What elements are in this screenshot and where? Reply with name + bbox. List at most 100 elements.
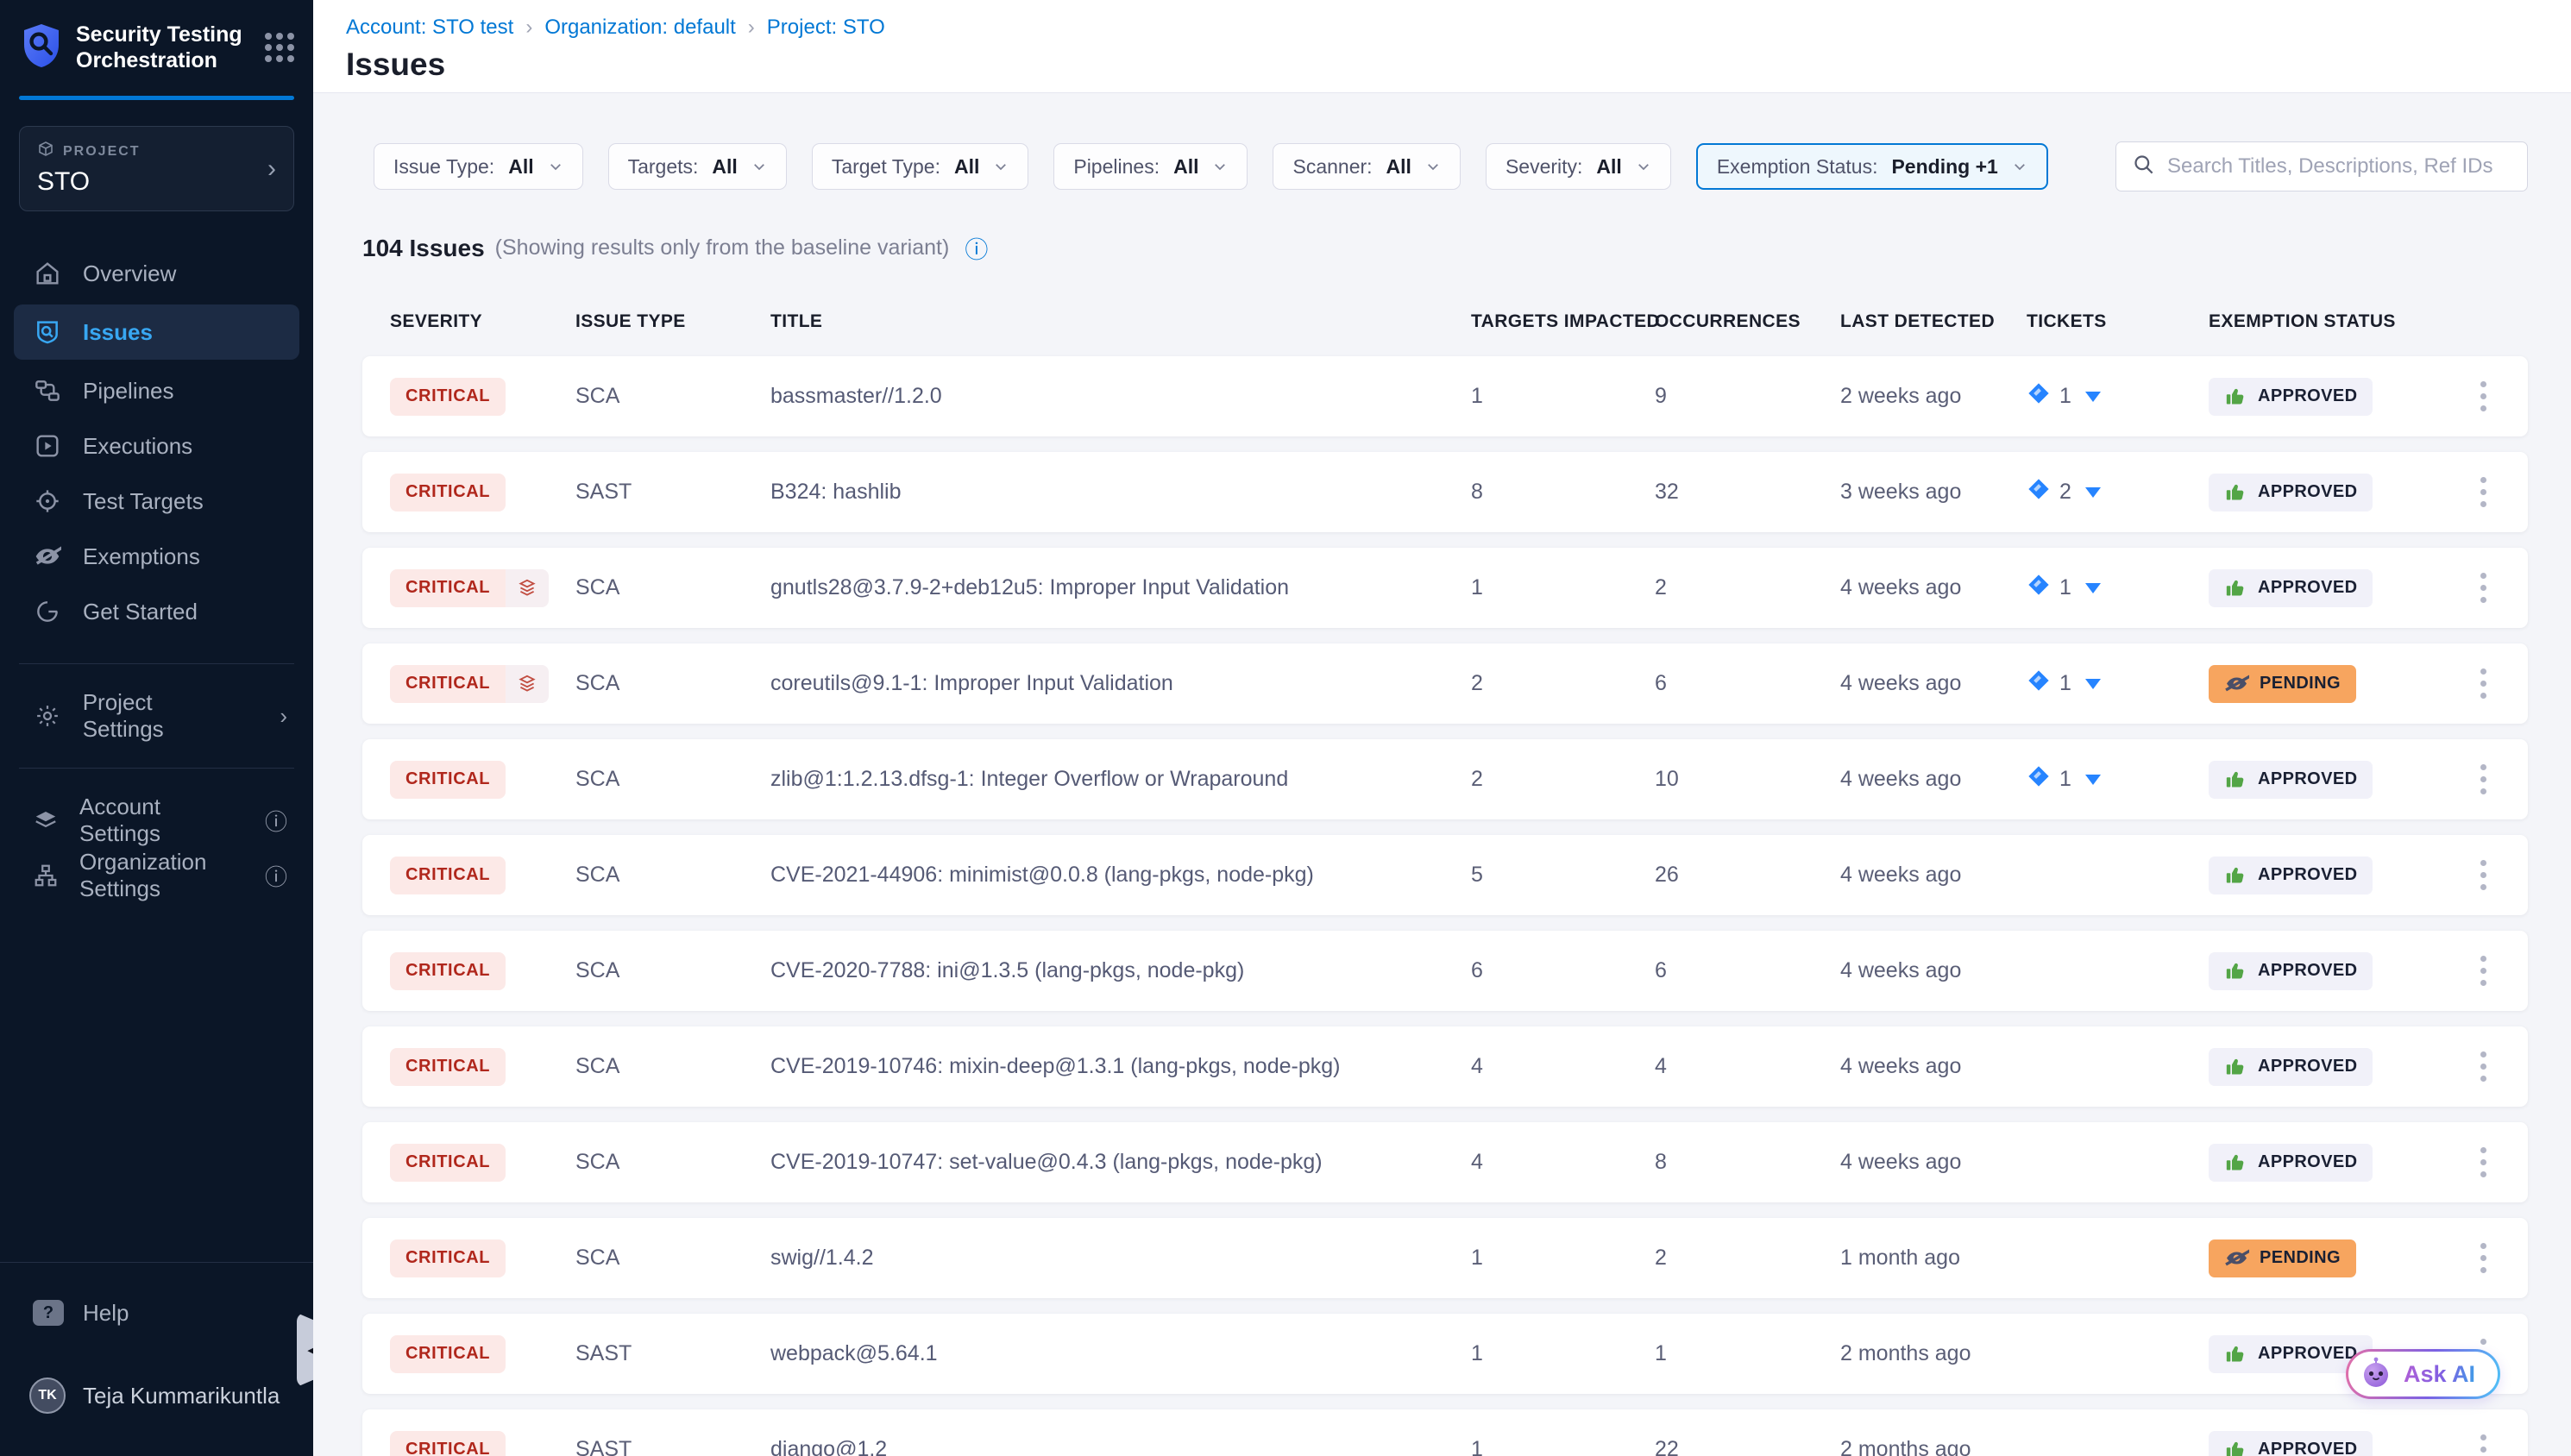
table-row[interactable]: CRITICALSASTdjango@1.21222 months agoAPP… xyxy=(362,1409,2528,1456)
filter-exemption-status[interactable]: Exemption Status: Pending +1 xyxy=(1696,143,2048,190)
sidebar-item-exemptions[interactable]: Exemptions xyxy=(0,529,313,584)
breadcrumb-project-link[interactable]: Project: STO xyxy=(767,16,885,40)
column-header-occurrences: OCCURRENCES xyxy=(1655,311,1840,332)
exemption-status-badge: APPROVED xyxy=(2209,378,2373,416)
severity-badge: CRITICAL xyxy=(390,378,506,416)
breadcrumb-account-link[interactable]: Account: STO test xyxy=(346,16,513,40)
sidebar-item-overview[interactable]: Overview xyxy=(0,246,313,301)
row-menu-kebab-icon[interactable] xyxy=(2459,564,2507,612)
row-menu-kebab-icon[interactable] xyxy=(2459,756,2507,803)
breadcrumb-organization-link[interactable]: Organization: default xyxy=(544,16,735,40)
row-menu-kebab-icon[interactable] xyxy=(2459,468,2507,516)
filter-issue-type[interactable]: Issue Type:All xyxy=(374,143,583,190)
severity-label: CRITICAL xyxy=(390,1335,506,1373)
last-detected-cell: 2 months ago xyxy=(1840,1341,2027,1366)
thumb-up-icon xyxy=(2224,1438,2247,1456)
issue-type-cell: SCA xyxy=(575,1150,770,1175)
sidebar-item-executions[interactable]: Executions xyxy=(0,418,313,474)
filter-label: Pipelines: xyxy=(1073,155,1160,179)
caret-down-icon[interactable] xyxy=(2085,775,2101,785)
exemption-status-label: PENDING xyxy=(2260,1248,2341,1268)
filter-value: All xyxy=(1173,155,1198,179)
row-menu-kebab-icon[interactable] xyxy=(2459,373,2507,420)
table-row[interactable]: CRITICALSCAcoreutils@9.1-1: Improper Inp… xyxy=(362,643,2528,724)
row-menu-kebab-icon[interactable] xyxy=(2459,1043,2507,1090)
table-row[interactable]: CRITICALSCAzlib@1:1.2.13.dfsg-1: Integer… xyxy=(362,739,2528,819)
sidebar-item-pipelines[interactable]: Pipelines xyxy=(0,363,313,418)
module-grid-icon[interactable] xyxy=(265,33,294,62)
table-row[interactable]: CRITICALSCACVE-2020-7788: ini@1.3.5 (lan… xyxy=(362,931,2528,1011)
severity-badge: CRITICAL xyxy=(390,761,506,799)
occurrences-cell: 8 xyxy=(1655,1150,1840,1175)
exemption-status-badge: PENDING xyxy=(2209,1239,2356,1277)
filter-severity[interactable]: Severity:All xyxy=(1486,143,1671,190)
row-menu-kebab-icon[interactable] xyxy=(2459,1139,2507,1186)
pipelines-icon xyxy=(33,376,62,405)
ask-ai-button[interactable]: Ask AI xyxy=(2346,1349,2500,1399)
row-menu-kebab-icon[interactable] xyxy=(2459,851,2507,899)
issue-type-cell: SAST xyxy=(575,480,770,505)
issue-title-cell: django@1.2 xyxy=(770,1437,1471,1456)
table-row[interactable]: CRITICALSCAbassmaster//1.2.0192 weeks ag… xyxy=(362,356,2528,436)
filter-target-type[interactable]: Target Type:All xyxy=(812,143,1029,190)
filter-value: Pending +1 xyxy=(1891,155,1997,179)
filter-scanner[interactable]: Scanner:All xyxy=(1273,143,1460,190)
ticket-count: 1 xyxy=(2059,575,2071,600)
caret-down-icon[interactable] xyxy=(2085,679,2101,689)
divider xyxy=(19,768,294,769)
occurrences-cell: 2 xyxy=(1655,1246,1840,1271)
project-selector[interactable]: PROJECT STO › xyxy=(19,126,294,211)
info-icon[interactable]: ⓘ xyxy=(265,860,287,892)
occurrences-cell: 2 xyxy=(1655,575,1840,600)
sidebar-item-organization-settings[interactable]: Organization Settings ⓘ xyxy=(0,848,313,903)
row-menu-kebab-icon[interactable] xyxy=(2459,947,2507,995)
search-input[interactable] xyxy=(2167,154,2511,179)
table-row[interactable]: CRITICALSASTB324: hashlib8323 weeks ago2… xyxy=(362,452,2528,532)
row-menu-kebab-icon[interactable] xyxy=(2459,660,2507,707)
sidebar-item-project-settings[interactable]: Project Settings › xyxy=(0,688,313,744)
exemption-status-badge: PENDING xyxy=(2209,665,2356,703)
caret-down-icon[interactable] xyxy=(2085,583,2101,593)
sidebar-item-label: Test Targets xyxy=(83,488,204,515)
info-icon[interactable]: ⓘ xyxy=(965,231,988,265)
issue-title-cell: zlib@1:1.2.13.dfsg-1: Integer Overflow o… xyxy=(770,767,1471,792)
help-button[interactable]: ? Help xyxy=(0,1287,313,1339)
info-icon[interactable]: ⓘ xyxy=(265,805,287,837)
chevron-down-icon xyxy=(751,159,767,174)
table-row[interactable]: CRITICALSCACVE-2019-10747: set-value@0.4… xyxy=(362,1122,2528,1202)
caret-down-icon[interactable] xyxy=(2085,392,2101,402)
chevron-right-icon: › xyxy=(525,16,532,40)
sidebar-item-issues[interactable]: Issues xyxy=(14,304,299,360)
filter-targets[interactable]: Targets:All xyxy=(608,143,787,190)
column-header-last-detected: LAST DETECTED xyxy=(1840,311,2027,332)
sidebar-item-account-settings[interactable]: Account Settings ⓘ xyxy=(0,793,313,848)
targets-impacted-cell: 1 xyxy=(1471,384,1655,409)
eye-off-icon xyxy=(2224,671,2249,696)
exemption-status-label: APPROVED xyxy=(2258,386,2357,406)
caret-down-icon[interactable] xyxy=(2085,487,2101,498)
help-label: Help xyxy=(83,1300,129,1327)
project-name: STO xyxy=(37,167,267,197)
filter-pipelines[interactable]: Pipelines: All xyxy=(1053,143,1248,190)
user-menu[interactable]: TK Teja Kummarikuntla xyxy=(0,1361,313,1430)
severity-label: CRITICAL xyxy=(390,1239,506,1277)
table-row[interactable]: CRITICALSCAgnutls28@3.7.9-2+deb12u5: Imp… xyxy=(362,548,2528,628)
sidebar-item-test-targets[interactable]: Test Targets xyxy=(0,474,313,529)
gear-icon xyxy=(33,701,62,731)
issues-note: (Showing results only from the baseline … xyxy=(495,235,950,260)
row-menu-kebab-icon[interactable] xyxy=(2459,1234,2507,1282)
table-row[interactable]: CRITICALSCAswig//1.4.2121 month agoPENDI… xyxy=(362,1218,2528,1298)
table-row[interactable]: CRITICALSCACVE-2021-44906: minimist@0.0.… xyxy=(362,835,2528,915)
occurrences-cell: 4 xyxy=(1655,1054,1840,1079)
chevron-down-icon xyxy=(1425,159,1441,174)
filter-label: Exemption Status: xyxy=(1717,155,1878,179)
row-menu-kebab-icon[interactable] xyxy=(2459,1426,2507,1456)
table-row[interactable]: CRITICALSASTwebpack@5.64.1112 months ago… xyxy=(362,1314,2528,1394)
search-box[interactable] xyxy=(2115,141,2528,191)
home-icon xyxy=(33,259,62,288)
exemption-status-label: APPROVED xyxy=(2258,769,2357,789)
page-header: Account: STO test › Organization: defaul… xyxy=(313,0,2571,93)
column-header-targets-impacted: TARGETS IMPACTED xyxy=(1471,311,1655,332)
sidebar-item-get-started[interactable]: Get Started xyxy=(0,584,313,639)
table-row[interactable]: CRITICALSCACVE-2019-10746: mixin-deep@1.… xyxy=(362,1026,2528,1107)
